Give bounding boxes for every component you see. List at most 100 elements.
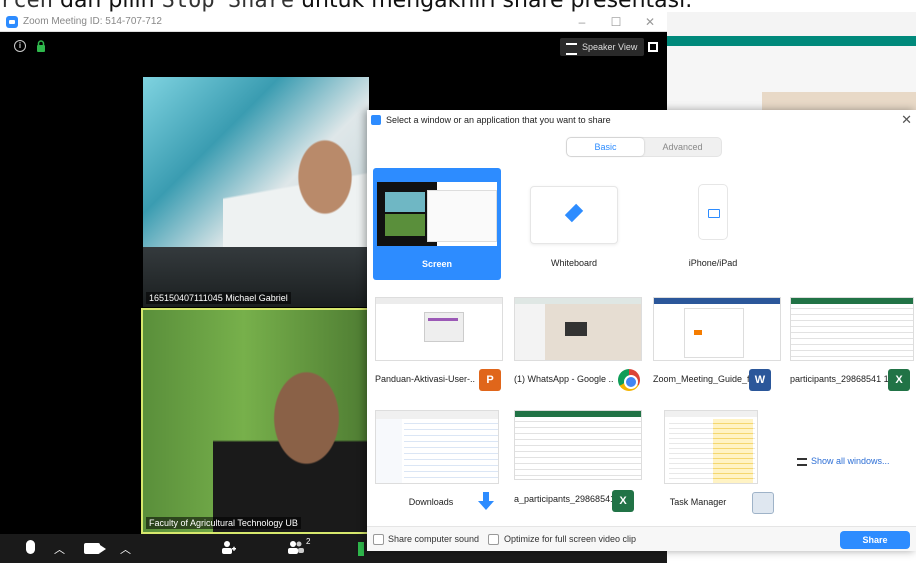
window-thumbnail	[514, 410, 642, 480]
window-tile-downloads[interactable]: Downloads	[375, 410, 503, 522]
window-tile-participants-csv[interactable]: participants_29868541 1.c... X	[790, 297, 916, 409]
participants-count: 2	[306, 537, 311, 546]
task-manager-icon	[752, 492, 774, 514]
window-tile-a-participants[interactable]: a_participants_29868541... X	[514, 410, 642, 522]
window-thumbnail	[375, 410, 499, 484]
zoom-logo-icon	[371, 115, 381, 125]
whiteboard-card	[530, 186, 618, 244]
optimize-video-label: Optimize for full screen video clip	[504, 534, 637, 544]
window-tile-whatsapp[interactable]: (1) WhatsApp - Google ...	[514, 297, 642, 409]
thumb-grid	[515, 417, 641, 479]
tile-label: a_participants_29868541...	[514, 494, 614, 504]
ppt-icon: P	[479, 369, 501, 391]
app-header-bar	[667, 36, 916, 46]
chevron-up-icon[interactable]: ︿	[120, 541, 131, 557]
thumb-highlight	[694, 330, 702, 335]
tile-label: Whiteboard	[550, 258, 598, 268]
thumb-toolbar	[376, 411, 498, 419]
participants-icon[interactable]	[286, 540, 304, 554]
thumb-file-list	[404, 423, 498, 483]
tile-label: iPhone/iPad	[688, 258, 738, 268]
share-option-screen[interactable]: Screen	[373, 168, 501, 280]
window-thumbnail	[653, 297, 781, 361]
invite-user-icon[interactable]	[222, 540, 236, 554]
speaker-view-button[interactable]: Speaker View	[560, 38, 645, 56]
tile-label: Zoom_Meeting_Guide_f...	[653, 374, 753, 384]
thumb-image	[565, 322, 587, 336]
thumb-toolbar	[376, 298, 502, 304]
screen-thumbnail	[377, 182, 497, 246]
window-controls: – ☐ ✕	[565, 15, 667, 29]
optimize-video-checkbox[interactable]	[488, 534, 499, 545]
caption-code-1: rcen	[0, 0, 53, 12]
microphone-icon[interactable]	[26, 540, 35, 554]
video-camera-icon[interactable]	[84, 543, 106, 554]
fullscreen-icon[interactable]	[648, 42, 658, 52]
thumb-grid	[791, 304, 913, 360]
dialog-titlebar: Select a window or an application that y…	[367, 110, 916, 130]
window-thumbnail	[375, 297, 503, 361]
window-thumbnail	[664, 410, 758, 484]
thumb-bar	[428, 318, 458, 321]
thumb-usage-columns	[713, 419, 753, 483]
share-sound-checkbox[interactable]	[373, 534, 384, 545]
share-button[interactable]: Share	[840, 531, 910, 549]
lock-icon[interactable]	[36, 40, 46, 52]
tile-label: Screen	[421, 259, 453, 269]
window-thumbnail	[790, 297, 914, 361]
zoom-logo-icon	[6, 15, 18, 28]
caption-code-2: Stop Share	[162, 0, 294, 12]
share-mode-tabs: Basic Advanced	[566, 137, 722, 157]
tile-label: participants_29868541 1.c...	[790, 374, 890, 384]
participant-video-2	[141, 308, 369, 534]
caption-text-post: untuk mengakhiri share presentasi.	[294, 0, 692, 12]
tab-basic[interactable]: Basic	[567, 138, 644, 156]
list-icon	[797, 458, 807, 466]
participant-video-1	[143, 77, 369, 307]
thumb-dialog	[427, 190, 497, 242]
share-screen-dialog: Select a window or an application that y…	[367, 110, 916, 551]
instruction-caption: rcen dan pilih Stop Share untuk mengakhi…	[0, 0, 916, 12]
share-screen-button-edge[interactable]	[358, 542, 364, 556]
window-tile-task-manager[interactable]: Task Manager	[664, 410, 792, 522]
thumb-content	[424, 312, 464, 342]
tile-label: Panduan-Aktivasi-User-...	[375, 374, 475, 384]
tab-advanced[interactable]: Advanced	[644, 138, 721, 156]
thumb-page	[684, 308, 744, 358]
share-option-iphone-ipad[interactable]: iPhone/iPad	[649, 168, 777, 280]
window-tile-zoom-guide[interactable]: Zoom_Meeting_Guide_f... W	[653, 297, 781, 409]
tile-label: (1) WhatsApp - Google ...	[514, 374, 614, 384]
dialog-title: Select a window or an application that y…	[386, 115, 611, 125]
dialog-footer: Share computer sound Optimize for full s…	[367, 526, 916, 551]
share-sound-label: Share computer sound	[388, 534, 480, 544]
excel-icon: X	[888, 369, 910, 391]
window-thumbnail	[514, 297, 642, 361]
thumb-video	[385, 214, 425, 236]
participant-video-feed	[213, 330, 367, 532]
zoom-titlebar: Zoom Meeting ID: 514-707-712 – ☐ ✕	[0, 12, 667, 32]
share-option-whiteboard[interactable]: Whiteboard	[510, 168, 638, 280]
participant-name-2: Faculty of Agricultural Technology UB	[146, 517, 301, 529]
show-all-windows-link[interactable]: Show all windows...	[811, 456, 890, 466]
meeting-info-bar: i Speaker View	[0, 32, 667, 62]
thumb-ribbon	[654, 298, 780, 304]
close-button[interactable]: ✕	[633, 15, 667, 29]
thumb-toolbar	[665, 411, 757, 417]
thumb-sidebar	[515, 304, 545, 360]
word-icon: W	[749, 369, 771, 391]
caption-text-mid: dan pilih	[53, 0, 162, 12]
chevron-up-icon[interactable]: ︿	[54, 541, 65, 557]
participant-name-1: 165150407111045 Michael Gabriel	[146, 292, 291, 304]
window-tile-panduan[interactable]: Panduan-Aktivasi-User-... P	[375, 297, 503, 409]
info-icon[interactable]: i	[14, 40, 26, 52]
chrome-icon	[618, 369, 640, 391]
dialog-close-button[interactable]: ✕	[901, 112, 912, 128]
download-arrow-icon	[478, 492, 494, 510]
maximize-button[interactable]: ☐	[599, 15, 633, 29]
minimize-button[interactable]: –	[565, 15, 599, 29]
thumb-sidebar	[376, 419, 402, 483]
thumb-chat	[545, 304, 641, 360]
zoom-window-title: Zoom Meeting ID: 514-707-712	[23, 16, 162, 27]
thumb-video	[385, 192, 425, 212]
pencil-icon	[564, 203, 584, 223]
